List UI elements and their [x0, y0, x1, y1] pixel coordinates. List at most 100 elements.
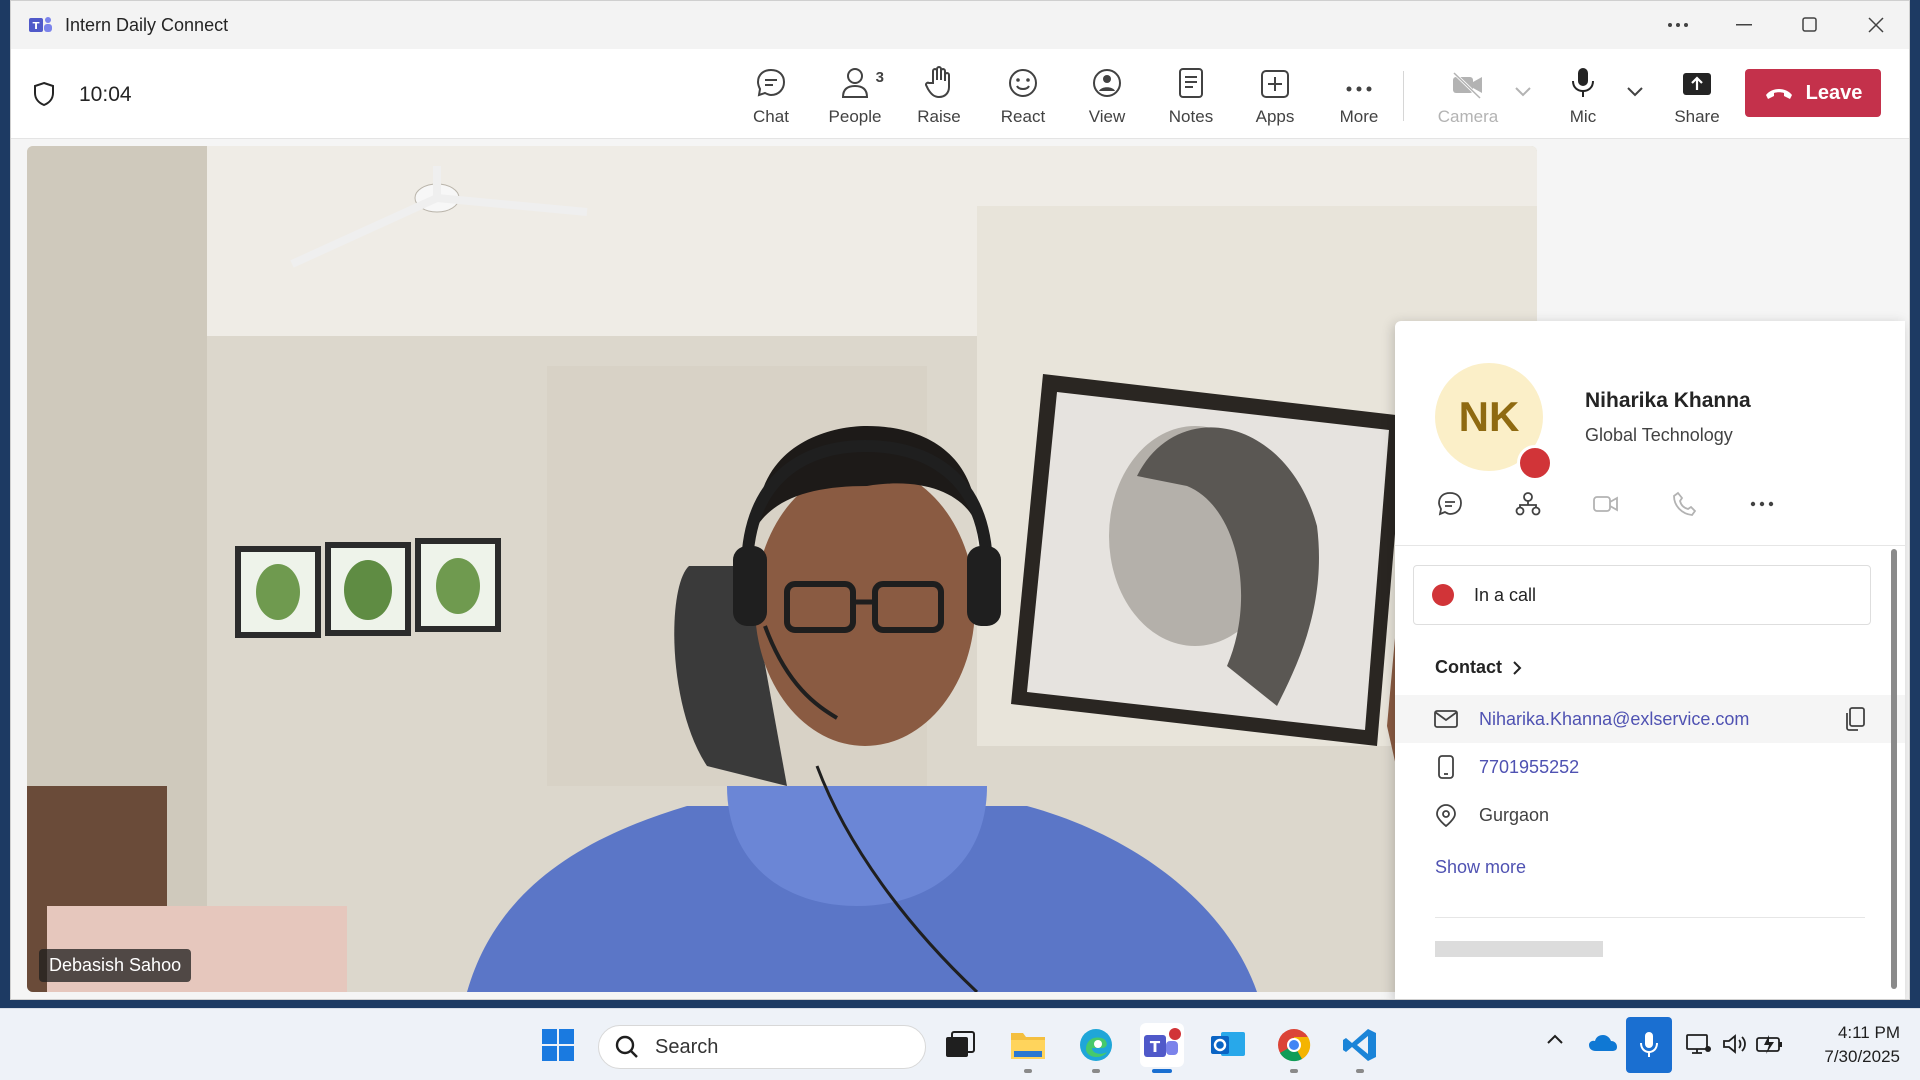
profile-video-call-button[interactable] — [1591, 489, 1621, 519]
edge-browser-icon — [1080, 1029, 1112, 1061]
vscode-button[interactable] — [1338, 1023, 1382, 1073]
meeting-toolbar: 10:04 Chat 3 People Raise React View Not… — [11, 49, 1909, 139]
apps-label: Apps — [1255, 107, 1295, 126]
chrome-icon — [1278, 1029, 1311, 1062]
view-label: View — [1088, 107, 1126, 126]
contact-profile-card: NK Niharika Khanna Global Technology In … — [1395, 321, 1905, 999]
contact-header-label: Contact — [1435, 657, 1502, 677]
outlook-button[interactable] — [1206, 1023, 1250, 1067]
phone-link[interactable]: 7701955252 — [1479, 757, 1579, 778]
react-button[interactable]: React — [983, 63, 1063, 127]
view-button[interactable]: View — [1067, 63, 1147, 127]
contact-department: Global Technology — [1585, 425, 1733, 445]
notes-button[interactable]: Notes — [1151, 63, 1231, 127]
profile-card-actions — [1435, 489, 1777, 519]
microphone-icon — [1640, 1032, 1658, 1057]
org-chart-icon — [1515, 492, 1541, 516]
status-text: In a call — [1474, 584, 1537, 605]
more-options-button[interactable] — [1645, 1, 1711, 49]
raise-hand-icon — [925, 66, 950, 99]
chevron-right-icon — [1513, 660, 1522, 675]
raise-hand-button[interactable]: Raise — [899, 63, 979, 127]
status-indicator: In a call — [1413, 565, 1871, 625]
phone-row[interactable]: 7701955252 — [1395, 743, 1905, 791]
email-row[interactable]: Niharika.Khanna@exlservice.com — [1395, 695, 1905, 743]
share-label: Share — [1674, 107, 1720, 126]
more-actions-button[interactable]: More — [1319, 63, 1399, 127]
people-button[interactable]: 3 People — [815, 63, 895, 127]
taskbar-clock[interactable]: 4:11 PM 7/30/2025 — [1792, 1021, 1900, 1069]
leave-button[interactable]: Leave — [1745, 69, 1881, 117]
search-icon — [615, 1035, 638, 1058]
view-icon — [1093, 69, 1121, 97]
contact-section-header[interactable]: Contact — [1435, 657, 1522, 678]
clock-time: 4:11 PM — [1837, 1023, 1900, 1042]
profile-chat-button[interactable] — [1435, 489, 1465, 519]
email-link[interactable]: Niharika.Khanna@exlservice.com — [1479, 709, 1749, 730]
card-divider — [1395, 545, 1905, 546]
react-label: React — [1000, 107, 1046, 126]
location-row: Gurgaon — [1395, 791, 1905, 839]
share-screen-icon — [1683, 73, 1711, 95]
running-indicator — [1356, 1069, 1364, 1073]
mic-options-chevron-icon[interactable] — [1627, 87, 1643, 97]
network-icon[interactable] — [1686, 1033, 1712, 1055]
location-pin-icon — [1436, 804, 1456, 827]
mail-icon — [1434, 710, 1458, 728]
volume-icon[interactable] — [1722, 1033, 1748, 1055]
video-tile: Debasish Sahoo — [27, 146, 1537, 992]
copy-icon[interactable] — [1845, 707, 1865, 731]
file-explorer-button[interactable] — [1006, 1023, 1050, 1073]
edge-button[interactable] — [1074, 1023, 1118, 1073]
notes-icon — [1179, 68, 1203, 98]
windows-taskbar: Search T 4:11 PM 7/30/2025 — [0, 1008, 1920, 1080]
start-button[interactable] — [536, 1023, 580, 1067]
chat-button[interactable]: Chat — [731, 63, 811, 127]
microphone-icon — [1572, 68, 1594, 97]
toolbar-separator — [1403, 71, 1404, 121]
chat-icon — [756, 68, 786, 97]
camera-off-icon — [1452, 71, 1482, 99]
task-view-button[interactable] — [938, 1023, 982, 1067]
battery-charging-icon[interactable] — [1756, 1033, 1784, 1055]
meeting-timer: 10:04 — [79, 83, 132, 106]
profile-more-button[interactable] — [1747, 489, 1777, 519]
share-button[interactable]: Share — [1657, 63, 1737, 127]
close-button[interactable] — [1843, 1, 1909, 49]
video-camera-icon — [1593, 496, 1618, 512]
teams-taskbar-button[interactable]: T — [1140, 1023, 1184, 1073]
teams-meeting-window: T Intern Daily Connect 10:04 Chat 3 Peop… — [10, 0, 1910, 1000]
emoji-icon — [1009, 69, 1037, 97]
show-hidden-icons-chevron-icon[interactable] — [1546, 1033, 1564, 1045]
mic-in-use-tray-button[interactable] — [1626, 1017, 1672, 1073]
presence-busy-icon — [1517, 445, 1553, 481]
running-indicator — [1024, 1069, 1032, 1073]
mic-label: Mic — [1569, 107, 1597, 126]
profile-audio-call-button[interactable] — [1669, 489, 1699, 519]
chrome-button[interactable] — [1272, 1023, 1316, 1073]
profile-org-chart-button[interactable] — [1513, 489, 1543, 519]
teams-app-icon: T — [1144, 1028, 1181, 1057]
folder-icon — [1011, 1033, 1045, 1059]
onedrive-icon[interactable] — [1588, 1033, 1618, 1053]
maximize-icon — [1802, 17, 1817, 32]
windows-logo-icon — [542, 1029, 574, 1061]
mic-button[interactable]: Mic — [1543, 63, 1623, 127]
chat-label: Chat — [753, 107, 789, 126]
vscode-icon — [1343, 1029, 1376, 1061]
hang-up-icon — [1765, 89, 1792, 99]
mobile-phone-icon — [1438, 755, 1454, 779]
card-scrollbar[interactable] — [1891, 549, 1897, 989]
camera-options-chevron-icon[interactable] — [1515, 87, 1531, 97]
phone-icon — [1673, 491, 1696, 516]
show-more-link[interactable]: Show more — [1435, 857, 1526, 878]
camera-button[interactable]: Camera — [1428, 63, 1508, 127]
close-icon — [1868, 17, 1884, 33]
apps-button[interactable]: Apps — [1235, 63, 1315, 127]
people-label: People — [828, 107, 882, 126]
maximize-button[interactable] — [1777, 1, 1843, 49]
active-indicator — [1152, 1069, 1172, 1073]
taskbar-search-box[interactable]: Search — [598, 1025, 926, 1069]
busy-status-icon — [1432, 584, 1454, 606]
minimize-button[interactable] — [1711, 1, 1777, 49]
